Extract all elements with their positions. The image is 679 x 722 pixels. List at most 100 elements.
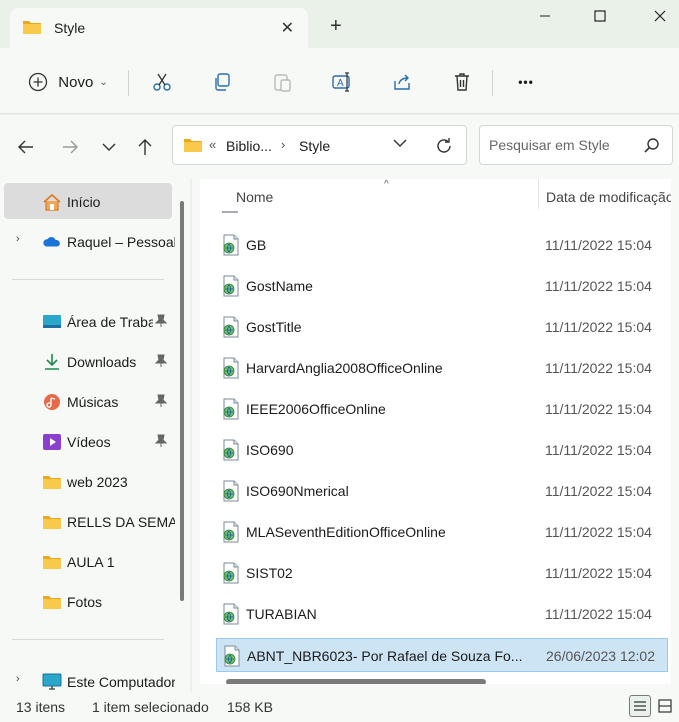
chevron-right-icon[interactable]: › xyxy=(16,233,20,245)
file-name: GostTitle xyxy=(246,319,302,335)
sidebar-item-label: Músicas xyxy=(67,394,119,410)
sidebar-item-downloads[interactable]: Downloads xyxy=(0,343,176,379)
breadcrumb-style[interactable]: Style xyxy=(299,138,330,154)
column-divider[interactable] xyxy=(538,179,539,209)
tab-style[interactable]: Style ✕ xyxy=(10,8,308,48)
arrow-left-icon xyxy=(18,140,33,154)
selection-size: 158 KB xyxy=(227,699,273,715)
file-date: 11/11/2022 15:04 xyxy=(545,565,652,581)
file-name: GB xyxy=(246,237,267,253)
horizontal-scrollbar[interactable] xyxy=(226,679,486,684)
file-row[interactable]: GostTitle 11/11/2022 15:04 xyxy=(216,310,668,344)
file-row[interactable]: HarvardAnglia2008OfficeOnline 11/11/2022 … xyxy=(216,351,668,385)
search-box[interactable] xyxy=(479,125,673,165)
file-row[interactable]: SIST02 11/11/2022 15:04 xyxy=(216,556,668,590)
xsl-file-icon xyxy=(221,603,241,625)
details-view-icon xyxy=(634,701,646,711)
sidebar-item-label: Este Computador xyxy=(67,674,175,690)
sidebar-item-rells[interactable]: RELLS DA SEMANA xyxy=(0,503,176,539)
file-name: ABNT_NBR6023- Por Rafael de Souza Fo... xyxy=(247,648,523,664)
folder-icon xyxy=(43,476,61,489)
delete-button[interactable] xyxy=(448,68,476,96)
download-icon xyxy=(45,354,59,370)
sidebar-item-videos[interactable]: Vídeos xyxy=(0,423,176,459)
breadcrumb-overflow[interactable]: « xyxy=(209,137,216,152)
sidebar-item-home[interactable]: Início xyxy=(4,183,172,219)
recent-locations-button[interactable] xyxy=(97,137,121,157)
file-name: SIST02 xyxy=(246,565,293,581)
xsl-file-icon xyxy=(221,357,241,379)
column-name-header[interactable]: Nome xyxy=(236,189,273,205)
up-button[interactable] xyxy=(133,137,157,157)
title-bar: Style ✕ + xyxy=(0,0,679,48)
chevron-down-icon: ⌄ xyxy=(99,76,108,88)
share-button[interactable] xyxy=(388,68,416,96)
sidebar-item-label: Vídeos xyxy=(67,434,111,450)
rename-button[interactable]: A xyxy=(328,68,356,96)
file-date: 26/06/2023 12:02 xyxy=(546,648,655,664)
file-date: 11/11/2022 15:04 xyxy=(545,278,652,294)
refresh-icon[interactable] xyxy=(435,137,453,155)
file-row[interactable]: ISO690Nmerical 11/11/2022 15:04 xyxy=(216,474,668,508)
close-tab-icon[interactable]: ✕ xyxy=(281,18,294,38)
more-options-button[interactable]: ••• xyxy=(510,68,542,96)
file-row[interactable]: GB 11/11/2022 15:04 xyxy=(216,228,668,262)
search-input[interactable] xyxy=(489,137,639,153)
close-window-button[interactable] xyxy=(648,6,672,26)
xsl-file-icon xyxy=(221,398,241,420)
file-row[interactable]: IEEE2006OfficeOnline 11/11/2022 15:04 xyxy=(216,392,668,426)
xsl-file-icon xyxy=(221,275,241,297)
desktop-icon xyxy=(43,315,61,328)
arrow-right-icon xyxy=(63,140,78,154)
file-row[interactable]: MLASeventhEditionOfficeOnline 11/11/2022 … xyxy=(216,515,668,549)
minimize-button[interactable] xyxy=(533,6,557,26)
file-row[interactable]: TURABIAN 11/11/2022 15:04 xyxy=(216,597,668,631)
selection-count: 1 item selecionado xyxy=(92,699,209,715)
navigation-pane: Início › Raquel – Pessoal Área de Trabal… xyxy=(0,179,190,692)
sidebar-item-label: web 2023 xyxy=(67,474,128,490)
new-button[interactable]: Novo ⌄ xyxy=(22,68,114,96)
svg-text:A: A xyxy=(337,78,344,89)
address-bar[interactable]: « Biblio... › Style xyxy=(172,125,467,165)
breadcrumb-bibliography[interactable]: Biblio... xyxy=(226,138,272,154)
forward-button[interactable] xyxy=(58,137,82,157)
file-row[interactable]: GostName 11/11/2022 15:04 xyxy=(216,269,668,303)
sidebar-item-web-2023[interactable]: web 2023 xyxy=(0,463,176,499)
copy-button[interactable] xyxy=(208,68,236,96)
new-button-label: Novo xyxy=(58,73,94,91)
toolbar-divider xyxy=(128,70,129,96)
pin-icon[interactable] xyxy=(155,354,167,368)
maximize-button[interactable] xyxy=(588,6,612,26)
pin-icon[interactable] xyxy=(155,434,167,448)
paste-button[interactable] xyxy=(268,68,296,96)
sidebar-item-desktop[interactable]: Área de Trabalho xyxy=(0,303,176,339)
file-row[interactable]: ISO690 11/11/2022 15:04 xyxy=(216,433,668,467)
cut-button[interactable] xyxy=(148,68,176,96)
folder-icon xyxy=(43,596,61,609)
breadcrumb-separator[interactable]: › xyxy=(281,137,285,152)
file-date: 11/11/2022 15:04 xyxy=(545,483,652,499)
pin-icon[interactable] xyxy=(155,394,167,408)
tiles-view-button[interactable] xyxy=(654,695,676,717)
sidebar-item-aula-1[interactable]: AULA 1 xyxy=(0,543,176,579)
chevron-right-icon[interactable]: › xyxy=(16,673,20,685)
sidebar-item-onedrive[interactable]: › Raquel – Pessoal xyxy=(0,223,176,259)
chevron-down-icon[interactable] xyxy=(393,138,407,148)
sidebar-item-fotos[interactable]: Fotos xyxy=(0,583,176,619)
sidebar-item-label: Área de Trabalho xyxy=(67,314,153,330)
details-view-button[interactable] xyxy=(629,695,651,717)
new-tab-button[interactable]: + xyxy=(330,16,342,36)
item-count: 13 itens xyxy=(16,699,66,715)
onedrive-icon xyxy=(43,237,60,247)
file-name: IEEE2006OfficeOnline xyxy=(246,401,386,417)
sidebar-divider xyxy=(12,279,164,280)
folder-icon xyxy=(23,21,41,34)
pin-icon[interactable] xyxy=(155,314,167,328)
sidebar-item-music[interactable]: Músicas xyxy=(0,383,176,419)
sidebar-scrollbar[interactable] xyxy=(180,201,184,601)
file-name: GostName xyxy=(246,278,313,294)
back-button[interactable] xyxy=(14,137,38,157)
navigation-bar: « Biblio... › Style xyxy=(0,115,679,179)
file-row[interactable]: ABNT_NBR6023- Por Rafael de Souza Fo... 2… xyxy=(216,638,668,672)
column-date-header[interactable]: Data de modificação xyxy=(546,189,671,205)
